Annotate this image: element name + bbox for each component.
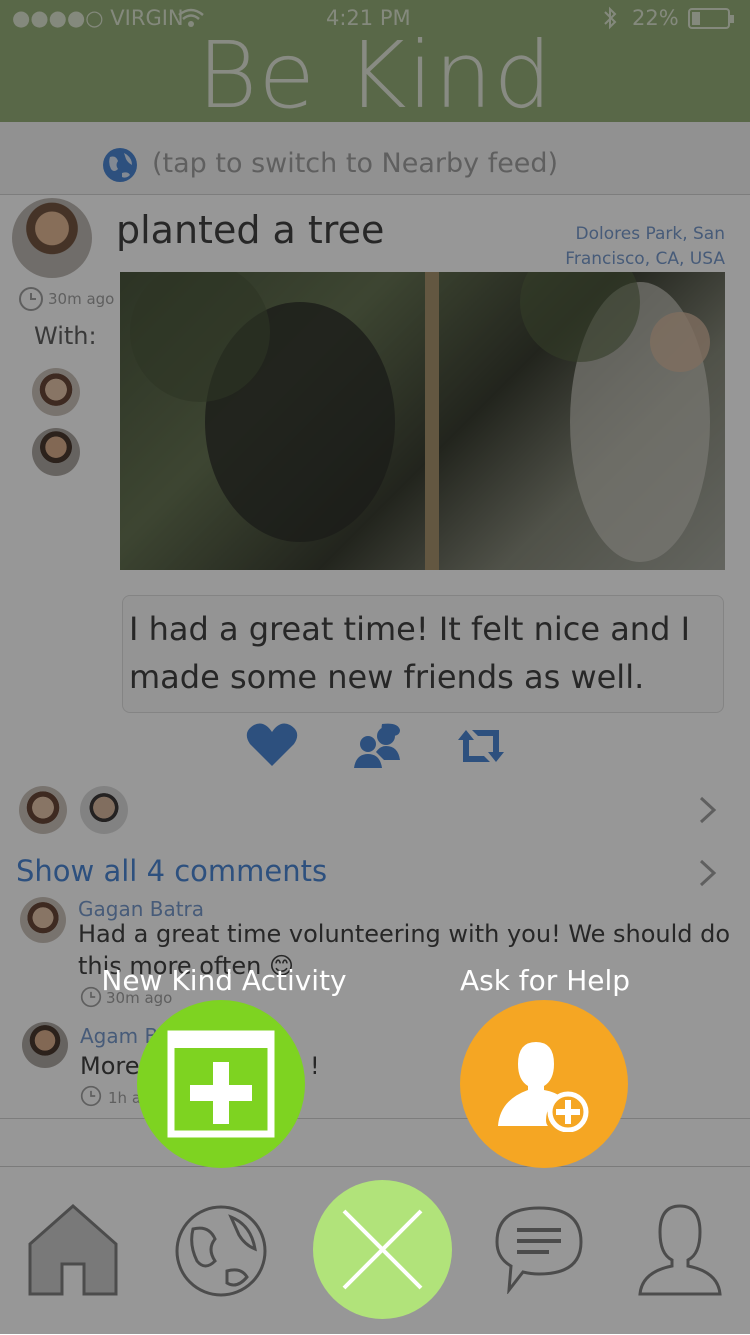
- ask-help-label: Ask for Help: [459, 964, 631, 997]
- new-kind-activity-button[interactable]: [137, 1000, 305, 1168]
- modal-overlay[interactable]: [0, 0, 750, 1334]
- new-activity-label: New Kind Activity: [101, 964, 347, 997]
- ask-for-help-button[interactable]: [460, 1000, 628, 1168]
- close-icon: [340, 1207, 425, 1296]
- calendar-plus-icon: [167, 1030, 275, 1142]
- user-plus-icon: [496, 1040, 596, 1136]
- close-menu-button[interactable]: [313, 1180, 452, 1319]
